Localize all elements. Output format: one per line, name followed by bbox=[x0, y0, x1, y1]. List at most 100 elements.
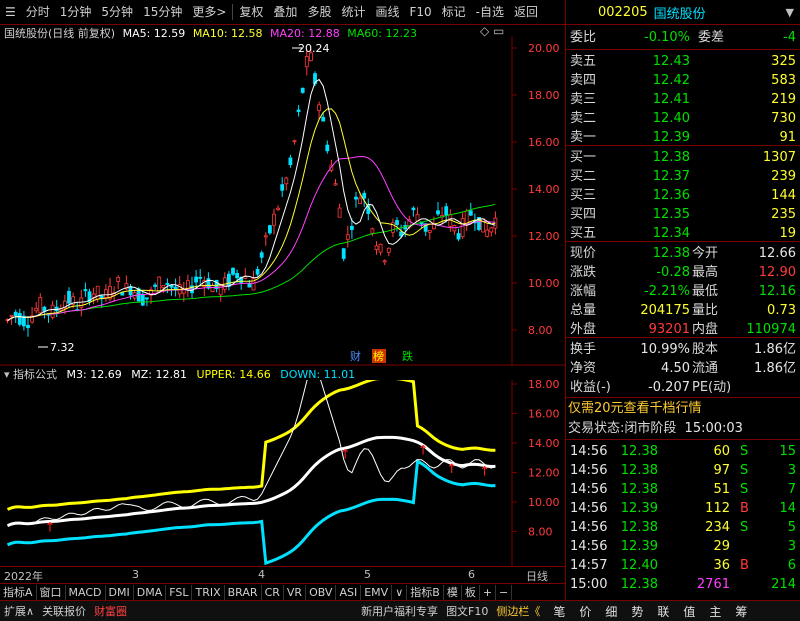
tab-emv[interactable]: EMV bbox=[361, 584, 393, 601]
axis-label: 12.00 bbox=[528, 230, 560, 243]
axis-label: 8.00 bbox=[528, 324, 553, 337]
period-label[interactable]: 日线 bbox=[526, 568, 548, 584]
f10-button[interactable]: F10 bbox=[404, 0, 436, 24]
stat-row: 涨幅 -2.21% 最低 12.16 bbox=[570, 284, 796, 299]
stock-code: 002205 bbox=[598, 4, 648, 20]
tab-more[interactable]: 更多> bbox=[187, 0, 231, 24]
stock-header: 002205 国统股份 ▼ bbox=[566, 0, 800, 25]
tab-1min[interactable]: 1分钟 bbox=[55, 0, 97, 24]
f10-graphic-button[interactable]: 图文F10 bbox=[442, 603, 492, 619]
candle-body bbox=[50, 304, 55, 318]
tab-dma[interactable]: DMA bbox=[134, 584, 167, 601]
tab-trix[interactable]: TRIX bbox=[192, 584, 225, 601]
candle-body bbox=[415, 213, 420, 222]
tab-vr[interactable]: VR bbox=[284, 584, 307, 601]
candle-body bbox=[226, 273, 231, 287]
tab-more-indicators[interactable]: ∨ bbox=[392, 584, 408, 601]
buy-arrow-icon: ↑ bbox=[340, 447, 351, 462]
axis-label: 14.00 bbox=[528, 183, 560, 196]
tag-die: 跌 bbox=[402, 349, 413, 363]
sidebar-toggle-button[interactable]: 侧边栏《 bbox=[492, 603, 544, 619]
indicator-chart[interactable]: 18.00 16.00 14.00 12.00 10.00 8.00 ↑ ↑ ↑ ↑ ↑ bbox=[0, 380, 565, 566]
kline-chart[interactable]: 20.00 18.00 16.00 14.00 12.00 10.00 8.00 20.24… bbox=[0, 36, 565, 366]
tab-obv[interactable]: OBV bbox=[306, 584, 337, 601]
stat-row: 外盘 93201 内盘 110974 bbox=[570, 322, 796, 337]
candle-body bbox=[296, 109, 301, 112]
expand-button[interactable]: 扩展∧ bbox=[0, 603, 38, 619]
promo-link[interactable]: 仅需20元查看千档行情 bbox=[568, 399, 702, 418]
axis-label: 18.00 bbox=[528, 380, 560, 391]
zoom-in-button[interactable]: + bbox=[480, 584, 497, 601]
tab-5min[interactable]: 5分钟 bbox=[96, 0, 138, 24]
tab-zhi[interactable]: 值 bbox=[676, 603, 702, 620]
candle-body bbox=[210, 285, 215, 293]
collapse-arrow-icon[interactable]: ▼ bbox=[786, 6, 794, 19]
draw-line-button[interactable]: 画线 bbox=[370, 0, 404, 24]
ask-row: 卖一 12.39 91 bbox=[570, 130, 796, 145]
tab-fenshi[interactable]: 分时 bbox=[21, 0, 55, 24]
tab-brar[interactable]: BRAR bbox=[225, 584, 262, 601]
tab-zhu[interactable]: 主 bbox=[702, 603, 728, 620]
tab-indicator-a[interactable]: 指标A bbox=[0, 584, 37, 601]
tick-row: 14:56 12.38 51 S 7 bbox=[570, 482, 796, 497]
side-tabs: 笔 价 细 势 联 值 主 筹 bbox=[546, 603, 754, 620]
axis-label: 20.00 bbox=[528, 42, 560, 55]
candle-body bbox=[9, 314, 14, 317]
ask-row: 卖二 12.40 730 bbox=[570, 111, 796, 126]
candle-body bbox=[337, 207, 342, 218]
x-label-6: 6 bbox=[468, 568, 475, 581]
new-user-benefit-link[interactable]: 新用户福利专享 bbox=[357, 603, 442, 619]
tab-asi[interactable]: ASI bbox=[336, 584, 362, 601]
tab-ban[interactable]: 板 bbox=[462, 584, 480, 601]
signal-arrows: ↑ ↑ ↑ ↑ ↑ bbox=[45, 443, 491, 535]
stock-name: 国统股份 bbox=[653, 6, 706, 22]
tab-jia[interactable]: 价 bbox=[572, 603, 598, 620]
ma20-line bbox=[7, 155, 496, 322]
candle-body bbox=[34, 307, 39, 312]
candle-body bbox=[284, 177, 289, 185]
menu-icon[interactable]: ☰ bbox=[0, 0, 21, 24]
back-button[interactable]: 返回 bbox=[509, 0, 543, 24]
candle-body bbox=[267, 225, 272, 234]
quote-panel: 委比 -0.10% 委差 -4 仅需20元查看千档行情 交易状态:闭市阶段 15… bbox=[566, 25, 800, 600]
tab-indicator-b[interactable]: 指标B bbox=[407, 584, 444, 601]
candle-body bbox=[263, 235, 268, 238]
multi-stock-button[interactable]: 多股 bbox=[302, 0, 336, 24]
related-quote-button[interactable]: 关联报价 bbox=[38, 603, 90, 619]
tab-bi[interactable]: 笔 bbox=[546, 603, 572, 620]
tab-window[interactable]: 窗口 bbox=[37, 584, 66, 601]
axis-label: 18.00 bbox=[528, 89, 560, 102]
candle-body bbox=[411, 207, 416, 211]
candle-body bbox=[161, 284, 166, 288]
tab-chou[interactable]: 筹 bbox=[728, 603, 754, 620]
tab-shi[interactable]: 势 bbox=[624, 603, 650, 620]
stat-row: 涨跌 -0.28 最高 12.90 bbox=[570, 265, 796, 280]
candle-body bbox=[485, 229, 490, 237]
bid-row: 买二 12.37 239 bbox=[570, 169, 796, 184]
tab-xi[interactable]: 细 bbox=[598, 603, 624, 620]
tab-lian[interactable]: 联 bbox=[650, 603, 676, 620]
candle-body bbox=[276, 207, 281, 211]
wealth-circle-button[interactable]: 财富圈 bbox=[90, 603, 131, 619]
candle-body bbox=[460, 218, 465, 238]
candle-body bbox=[26, 324, 30, 329]
tab-macd[interactable]: MACD bbox=[66, 584, 106, 601]
zoom-out-button[interactable]: − bbox=[496, 584, 513, 601]
tab-mo[interactable]: 模 bbox=[444, 584, 462, 601]
mark-button[interactable]: 标记 bbox=[437, 0, 471, 24]
tab-15min[interactable]: 15分钟 bbox=[138, 0, 187, 24]
candle-body bbox=[321, 116, 326, 122]
restore-rights-button[interactable]: 复权 bbox=[234, 0, 268, 24]
tab-cr[interactable]: CR bbox=[262, 584, 284, 601]
tag-cai: 财 bbox=[350, 349, 361, 363]
stat2-row: 收益(-) -0.207 PE(动) bbox=[570, 380, 732, 395]
remove-watchlist-button[interactable]: -自选 bbox=[471, 0, 509, 24]
tick-row: 14:57 12.40 36 B 6 bbox=[570, 558, 796, 573]
candle-body bbox=[280, 184, 285, 191]
x-label-3: 3 bbox=[132, 568, 139, 581]
low-label: 7.32 bbox=[50, 341, 75, 354]
tab-fsl[interactable]: FSL bbox=[166, 584, 193, 601]
overlay-button[interactable]: 叠加 bbox=[268, 0, 302, 24]
tab-dmi[interactable]: DMI bbox=[106, 584, 134, 601]
stats-button[interactable]: 统计 bbox=[336, 0, 370, 24]
